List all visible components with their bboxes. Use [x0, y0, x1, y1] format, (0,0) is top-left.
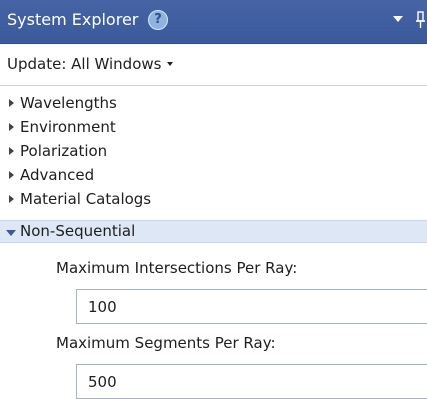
tree-item-material-catalogs[interactable]: Material Catalogs [0, 188, 427, 211]
panel-title: System Explorer [7, 10, 139, 29]
panel-title-bar: System Explorer ? [0, 0, 427, 44]
expand-arrow-icon[interactable] [9, 195, 14, 203]
tree-item-label: Material Catalogs [20, 190, 152, 208]
tree-item-label: Non-Sequential [20, 222, 136, 240]
expand-arrow-icon[interactable] [9, 147, 14, 155]
dropdown-caret-icon [167, 61, 174, 66]
tree-item-advanced[interactable]: Advanced [0, 164, 427, 187]
help-icon[interactable]: ? [148, 10, 168, 30]
expand-arrow-icon[interactable] [9, 171, 14, 179]
update-dropdown-label: Update: All Windows [7, 55, 162, 73]
expand-arrow-icon[interactable] [9, 123, 14, 131]
max-segments-label: Maximum Segments Per Ray: [56, 334, 276, 352]
tree-item-wavelengths[interactable]: Wavelengths [0, 92, 427, 115]
max-intersections-input[interactable] [76, 289, 427, 324]
expand-arrow-icon[interactable] [9, 99, 14, 107]
tree-item-label: Wavelengths [20, 94, 117, 112]
pin-icon[interactable] [414, 11, 427, 29]
tree-item-label: Polarization [20, 142, 108, 160]
collapse-arrow-icon[interactable] [6, 230, 16, 236]
update-dropdown[interactable]: Update: All Windows [7, 55, 174, 73]
update-toolbar: Update: All Windows [0, 44, 427, 86]
tree-item-polarization[interactable]: Polarization [0, 140, 427, 163]
tree-item-label: Environment [20, 118, 116, 136]
tree-item-non-sequential[interactable]: Non-Sequential [0, 220, 427, 243]
max-intersections-label: Maximum Intersections Per Ray: [56, 259, 298, 277]
dropdown-arrow-icon[interactable] [393, 16, 403, 22]
tree-item-environment[interactable]: Environment [0, 116, 427, 139]
tree-item-label: Advanced [20, 166, 95, 184]
